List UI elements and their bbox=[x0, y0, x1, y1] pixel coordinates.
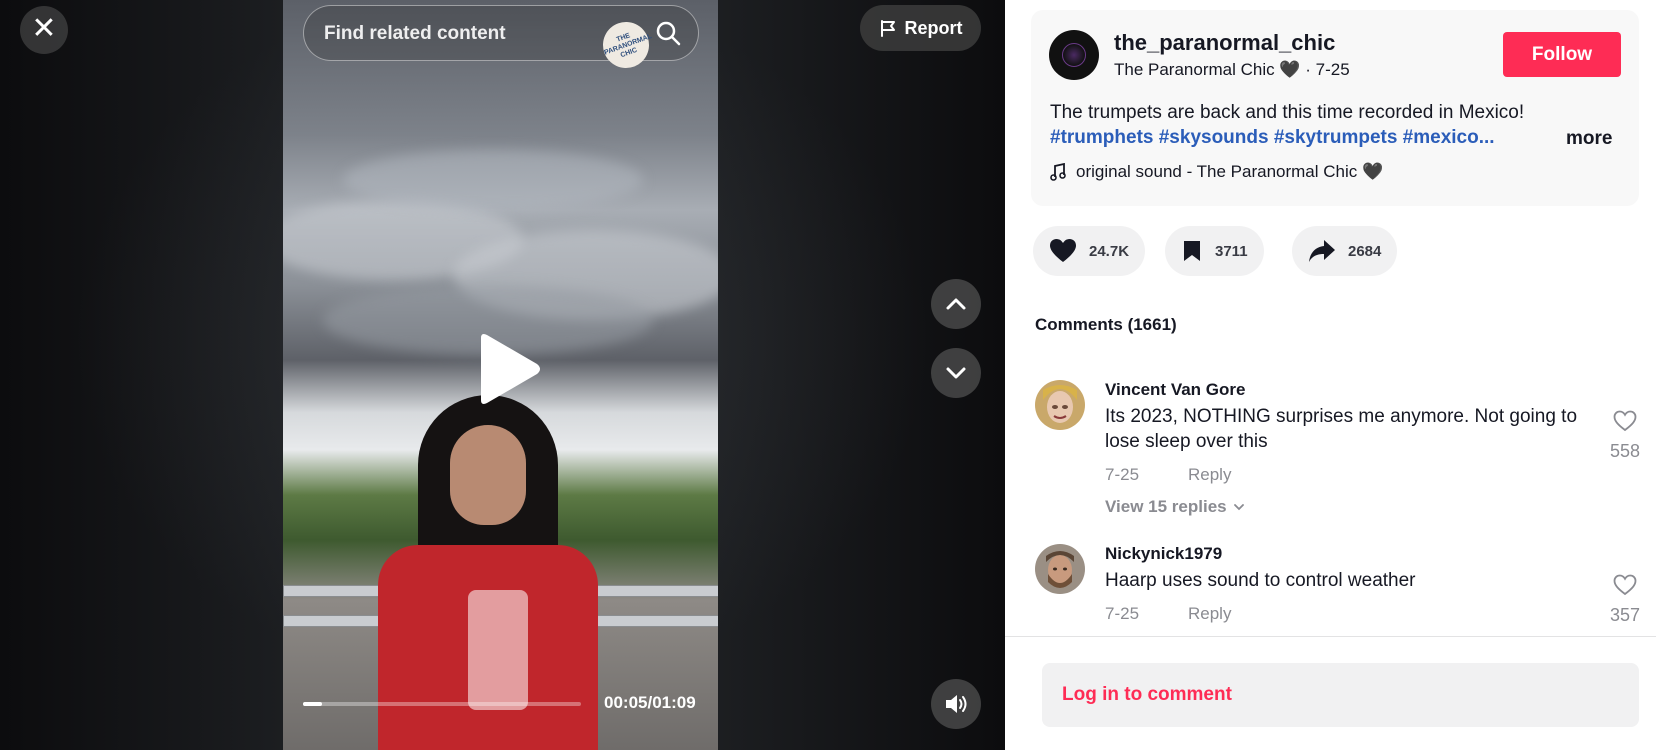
heart-outline-icon bbox=[1613, 410, 1637, 432]
heart-icon bbox=[1050, 239, 1076, 262]
save-button[interactable]: 3711 bbox=[1165, 226, 1264, 276]
close-button[interactable]: ✕ bbox=[20, 6, 68, 54]
view-replies-label: View 15 replies bbox=[1105, 497, 1227, 516]
flag-icon bbox=[880, 20, 895, 37]
previous-video-button[interactable] bbox=[931, 279, 981, 329]
share-button[interactable]: 2684 bbox=[1292, 226, 1398, 276]
play-icon[interactable] bbox=[475, 332, 543, 406]
follow-button[interactable]: Follow bbox=[1503, 32, 1621, 77]
post-caption: The trumpets are back and this time reco… bbox=[1050, 102, 1525, 123]
author-avatar[interactable] bbox=[1049, 30, 1099, 80]
comment-like-count: 357 bbox=[1609, 605, 1641, 625]
share-arrow-icon bbox=[1309, 240, 1335, 262]
save-count: 3711 bbox=[1215, 242, 1248, 260]
music-note-icon bbox=[1050, 163, 1066, 181]
reply-button[interactable]: Reply bbox=[1188, 465, 1231, 485]
progress-bar[interactable] bbox=[303, 702, 581, 706]
commenter-name[interactable]: Nickynick1979 bbox=[1105, 544, 1222, 564]
post-info-card: the_paranormal_chic The Paranormal Chic … bbox=[1031, 10, 1639, 206]
like-button[interactable]: 24.7K bbox=[1033, 226, 1146, 276]
next-video-button[interactable] bbox=[931, 348, 981, 398]
commenter-avatar[interactable] bbox=[1035, 544, 1085, 594]
author-username[interactable]: the_paranormal_chic bbox=[1114, 30, 1335, 56]
post-hashtags[interactable]: #trumphets #skysounds #skytrumpets #mexi… bbox=[1050, 127, 1510, 149]
chevron-down-icon bbox=[946, 367, 966, 379]
report-button[interactable]: Report bbox=[860, 5, 981, 51]
video-player-area: ✕ THEPARANORMALCHIC Report 00:05/01:09 bbox=[0, 0, 1005, 750]
details-panel: the_paranormal_chic The Paranormal Chic … bbox=[1005, 0, 1656, 750]
login-to-comment-button[interactable]: Log in to comment bbox=[1042, 663, 1639, 727]
search-icon[interactable] bbox=[654, 19, 682, 47]
divider bbox=[1005, 636, 1656, 637]
author-nickname: The Paranormal Chic 🖤 · 7-25 bbox=[1114, 60, 1350, 79]
comment-text: Haarp uses sound to control weather bbox=[1105, 570, 1416, 591]
share-count: 2684 bbox=[1348, 242, 1382, 260]
comment-like-button[interactable]: 357 bbox=[1605, 574, 1645, 626]
comment-date: 7-25 bbox=[1105, 604, 1140, 623]
heart-outline-icon bbox=[1613, 574, 1637, 596]
more-link[interactable]: more bbox=[1566, 128, 1612, 150]
like-count: 24.7K bbox=[1089, 242, 1130, 260]
comment-date: 7-25 bbox=[1105, 465, 1140, 484]
comment-like-count: 558 bbox=[1609, 441, 1641, 461]
volume-button[interactable] bbox=[931, 679, 981, 729]
music-link[interactable]: original sound - The Paranormal Chic 🖤 bbox=[1050, 162, 1383, 182]
progress-fill bbox=[303, 702, 323, 706]
speaker-icon bbox=[946, 695, 967, 713]
commenter-avatar[interactable] bbox=[1035, 380, 1085, 430]
presenter bbox=[378, 395, 598, 750]
music-title: original sound - The Paranormal Chic 🖤 bbox=[1076, 162, 1384, 181]
commenter-name[interactable]: Vincent Van Gore bbox=[1105, 380, 1245, 400]
reply-button[interactable]: Reply bbox=[1188, 604, 1231, 624]
comment-text: Its 2023, NOTHING surprises me anymore. … bbox=[1105, 406, 1578, 452]
bookmark-icon bbox=[1184, 241, 1200, 261]
view-replies-button[interactable]: View 15 replies bbox=[1105, 497, 1245, 517]
chevron-down-icon bbox=[1233, 504, 1244, 511]
time-label: 00:05/01:09 bbox=[604, 693, 696, 712]
comments-title: Comments (1661) bbox=[1035, 315, 1177, 334]
search-input[interactable] bbox=[322, 6, 586, 62]
report-label: Report bbox=[904, 17, 963, 38]
comment-like-button[interactable]: 558 bbox=[1605, 410, 1645, 462]
chevron-up-icon bbox=[946, 298, 966, 310]
